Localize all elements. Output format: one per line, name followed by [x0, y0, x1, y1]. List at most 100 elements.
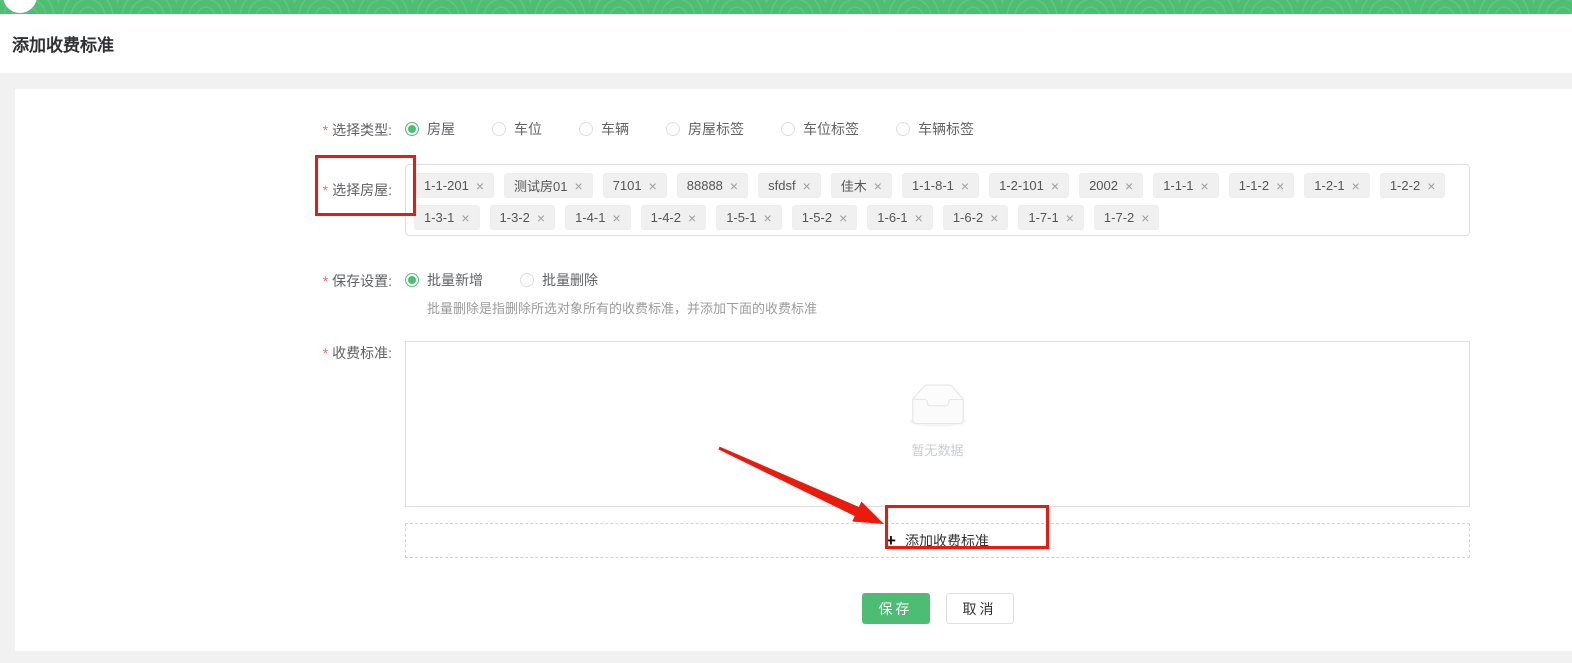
- required-marker: *: [322, 182, 329, 198]
- room-tag: 1-4-1 ×: [565, 205, 631, 230]
- radio-circle-icon[interactable]: [405, 122, 419, 136]
- radio-option-label: 房屋标签: [688, 121, 744, 137]
- page-title: 添加收费标准: [12, 36, 114, 55]
- remove-tag-icon[interactable]: ×: [915, 211, 923, 225]
- room-tag: 1-7-2 ×: [1093, 205, 1160, 230]
- room-tag: 1-7-1 ×: [1018, 205, 1084, 230]
- room-tag: 1-2-1 ×: [1304, 173, 1370, 198]
- radio-option[interactable]: 批量删除: [520, 269, 598, 291]
- add-fee-standard-button[interactable]: + 添加收费标准: [405, 523, 1470, 558]
- remove-tag-icon[interactable]: ×: [649, 179, 657, 193]
- room-tag-label: 1-4-1: [575, 210, 606, 225]
- room-tag: 1-1-1 ×: [1153, 173, 1219, 198]
- fee-standard-content: 暂无数据 + 添加收费标准 保存 取消: [405, 341, 1470, 624]
- radio-option[interactable]: 房屋: [405, 118, 455, 140]
- radio-option[interactable]: 车辆: [579, 118, 629, 140]
- fee-standard-label: * 收费标准:: [322, 345, 392, 361]
- form-row-type: * 选择类型: 房屋 车位 车辆 房屋标签 车位标签 车辆标签: [15, 118, 1572, 141]
- remove-tag-icon[interactable]: ×: [1066, 211, 1074, 225]
- room-tag: 1-2-101 ×: [989, 173, 1070, 198]
- empty-state: 暂无数据: [406, 384, 1469, 459]
- radio-circle-icon[interactable]: [781, 122, 795, 136]
- room-tag: 1-6-2 ×: [942, 205, 1009, 230]
- remove-tag-icon[interactable]: ×: [1276, 179, 1284, 193]
- radio-circle-icon[interactable]: [666, 122, 680, 136]
- add-fee-standard-label: 添加收费标准: [904, 532, 989, 549]
- room-tag-label: 1-5-1: [726, 210, 757, 225]
- room-tag: 1-6-1 ×: [867, 205, 933, 230]
- required-marker: *: [322, 122, 329, 138]
- content-background: * 选择类型: 房屋 车位 车辆 房屋标签 车位标签 车辆标签 * 选择房屋: 1-1-201…: [0, 73, 1572, 663]
- radio-option-label: 车辆标签: [918, 121, 974, 137]
- remove-tag-icon[interactable]: ×: [537, 211, 545, 225]
- remove-tag-icon[interactable]: ×: [688, 211, 696, 225]
- remove-tag-icon[interactable]: ×: [961, 179, 969, 193]
- room-tag-label: 1-4-2: [650, 210, 681, 225]
- room-tag: sfdsf ×: [758, 173, 821, 198]
- save-mode-hint: 批量删除是指删除所选对象所有的收费标准，并添加下面的收费标准: [427, 301, 818, 316]
- top-left-circle-widget[interactable]: [3, 0, 37, 13]
- radio-option[interactable]: 车位: [492, 118, 542, 140]
- remove-tag-icon[interactable]: ×: [1427, 179, 1435, 193]
- room-tag: 2002 ×: [1079, 173, 1144, 198]
- radio-circle-icon[interactable]: [405, 273, 419, 287]
- remove-tag-icon[interactable]: ×: [990, 211, 998, 225]
- room-tag-label: 1-5-2: [801, 210, 833, 225]
- radio-option-label: 批量删除: [542, 272, 598, 288]
- remove-tag-icon[interactable]: ×: [461, 211, 469, 225]
- remove-tag-icon[interactable]: ×: [1125, 179, 1133, 193]
- remove-tag-icon[interactable]: ×: [839, 211, 847, 225]
- room-tag-label: 测试房01: [514, 179, 568, 194]
- form-row-fee-standard: * 收费标准: 暂无数据 + 添加收费标准 保存 取消: [15, 341, 1572, 624]
- room-tag-label: 1-2-101: [999, 178, 1044, 193]
- remove-tag-icon[interactable]: ×: [1051, 179, 1059, 193]
- room-tag: 1-1-8-1 ×: [901, 173, 980, 198]
- radio-option[interactable]: 批量新增: [405, 269, 483, 291]
- type-label: * 选择类型:: [322, 122, 392, 138]
- radio-option[interactable]: 车辆标签: [896, 118, 974, 140]
- remove-tag-icon[interactable]: ×: [764, 211, 772, 225]
- room-tag-label: 1-7-1: [1028, 210, 1059, 225]
- remove-tag-icon[interactable]: ×: [476, 179, 484, 193]
- room-tag: 测试房01 ×: [504, 173, 593, 198]
- remove-tag-icon[interactable]: ×: [874, 179, 882, 193]
- remove-tag-icon[interactable]: ×: [730, 179, 738, 193]
- room-tag: 1-4-2 ×: [640, 205, 707, 230]
- rooms-multiselect-input[interactable]: 1-1-201 × 测试房01 × 7101 × 88888 × sfdsf × 佳木 × 1-1-8-…: [405, 164, 1470, 236]
- room-tag-label: 1-2-1: [1314, 178, 1345, 193]
- room-tag-label: 1-7-2: [1103, 210, 1135, 225]
- radio-circle-icon[interactable]: [896, 122, 910, 136]
- room-tag-label: 1-1-201: [424, 178, 469, 193]
- required-marker: *: [322, 345, 329, 361]
- form-card: * 选择类型: 房屋 车位 车辆 房屋标签 车位标签 车辆标签 * 选择房屋: 1-1-201…: [15, 89, 1572, 651]
- room-tag-label: sfdsf: [768, 178, 796, 193]
- radio-option-label: 车辆: [601, 121, 629, 137]
- plus-icon: +: [886, 531, 896, 550]
- empty-text: 暂无数据: [911, 443, 964, 458]
- radio-circle-icon[interactable]: [492, 122, 506, 136]
- page-header: 添加收费标准: [0, 14, 1572, 73]
- room-tag: 1-1-2 ×: [1228, 173, 1295, 198]
- form-actions: 保存 取消: [405, 593, 1470, 624]
- remove-tag-icon[interactable]: ×: [1141, 211, 1149, 225]
- empty-box-icon: [908, 384, 967, 427]
- save-button[interactable]: 保存: [861, 593, 930, 624]
- radio-option[interactable]: 车位标签: [781, 118, 859, 140]
- remove-tag-icon[interactable]: ×: [1201, 179, 1209, 193]
- form-row-rooms: * 选择房屋: 1-1-201 × 测试房01 × 7101 × 88888 × sfdsf × 佳木…: [15, 164, 1572, 236]
- fee-standard-table: 暂无数据: [405, 341, 1470, 507]
- room-tag-label: 1-2-2: [1389, 178, 1421, 193]
- remove-tag-icon[interactable]: ×: [574, 179, 582, 193]
- remove-tag-icon[interactable]: ×: [803, 179, 811, 193]
- radio-option-label: 批量新增: [427, 272, 483, 288]
- remove-tag-icon[interactable]: ×: [612, 211, 620, 225]
- rooms-label: * 选择房屋:: [322, 182, 392, 198]
- radio-circle-icon[interactable]: [579, 122, 593, 136]
- cancel-button[interactable]: 取消: [945, 593, 1014, 624]
- radio-option[interactable]: 房屋标签: [666, 118, 744, 140]
- form-row-save-mode: * 保存设置: 批量新增 批量删除 批量删除是指删除所选对象所有的收费标准，并添加下…: [15, 269, 1572, 318]
- room-tag-label: 1-6-1: [877, 210, 908, 225]
- radio-circle-icon[interactable]: [520, 273, 534, 287]
- room-tag: 1-3-1 ×: [414, 205, 480, 230]
- remove-tag-icon[interactable]: ×: [1352, 179, 1360, 193]
